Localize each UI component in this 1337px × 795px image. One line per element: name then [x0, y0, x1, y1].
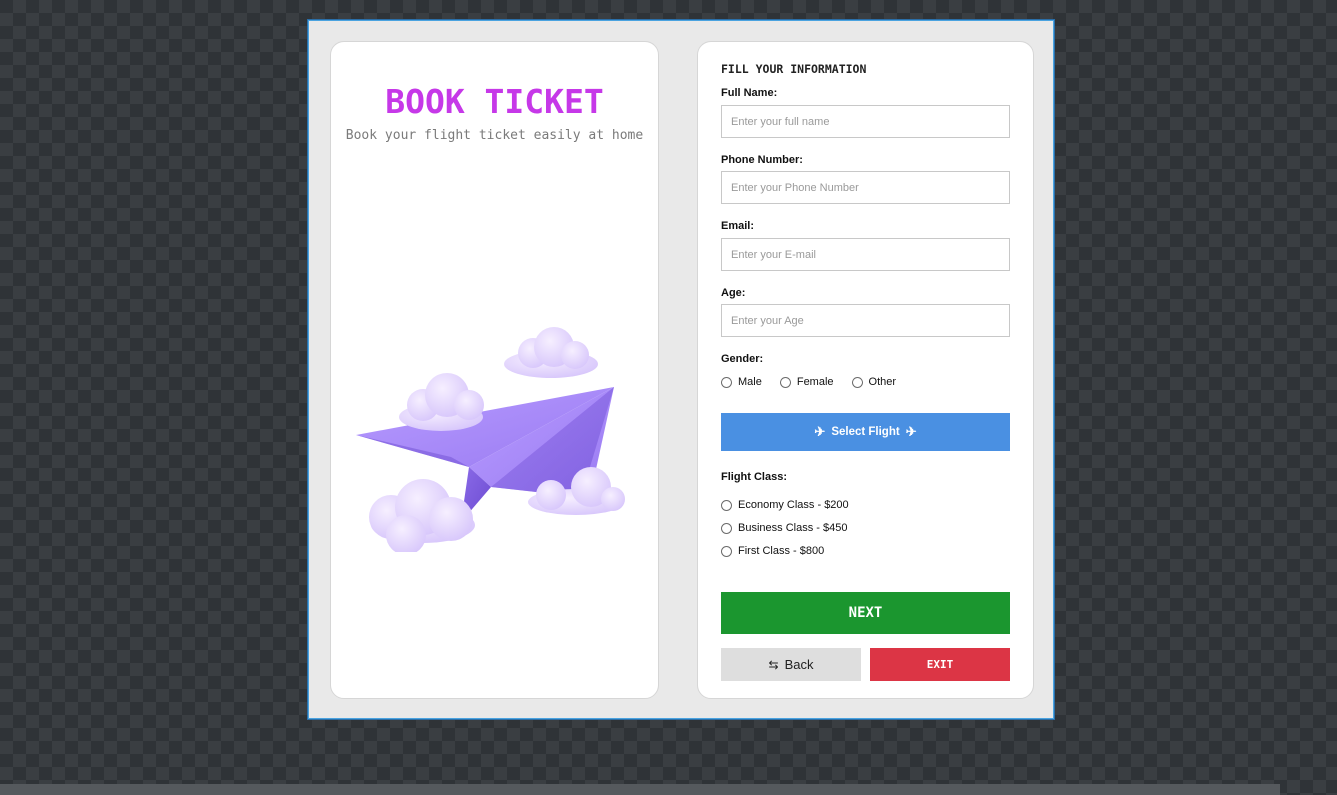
gender-label: Gender: [721, 353, 764, 365]
phone-label: Phone Number: [721, 154, 803, 166]
page-subtitle: Book your flight ticket easily at home [345, 128, 644, 143]
back-button-label: Back [784, 657, 814, 672]
radio-button[interactable] [721, 376, 732, 388]
flight-class-label: Flight Class: [721, 471, 788, 483]
back-arrow-icon: ⇆ [768, 657, 779, 672]
flight-class-option-label: First Class - $800 [738, 545, 825, 557]
next-button[interactable]: NEXT [721, 592, 1010, 634]
flight-class-option-label: Economy Class - $200 [738, 499, 849, 511]
radio-button[interactable] [721, 522, 732, 534]
phone-input[interactable] [721, 171, 1010, 204]
cloud-icon [369, 479, 475, 552]
booking-window: BOOK TICKET Book your flight ticket easi… [308, 20, 1054, 719]
gender-option-label: Male [738, 376, 762, 388]
airplane-icon: ✈ [905, 424, 917, 439]
gender-options: Male Female Other [721, 376, 910, 388]
flight-class-option-economy[interactable]: Economy Class - $200 [721, 499, 849, 511]
gender-option-male[interactable]: Male [721, 376, 762, 388]
intro-panel: BOOK TICKET Book your flight ticket easi… [330, 41, 659, 699]
age-label: Age: [721, 287, 746, 299]
cloud-icon [504, 327, 598, 378]
paper-plane-illustration [356, 327, 625, 552]
radio-button[interactable] [721, 499, 732, 511]
email-input[interactable] [721, 238, 1010, 271]
radio-button[interactable] [779, 376, 791, 388]
gender-option-female[interactable]: Female [779, 376, 834, 388]
taskbar-strip [0, 784, 1280, 795]
page-title: BOOK TICKET [385, 82, 604, 121]
age-input[interactable] [721, 304, 1010, 337]
airplane-icon: ✈ [814, 424, 826, 439]
form-heading: FILL YOUR INFORMATION [721, 62, 867, 76]
gender-option-label: Other [868, 376, 897, 388]
back-button[interactable]: ⇆ Back [721, 648, 861, 681]
flight-class-option-label: Business Class - $450 [738, 522, 848, 534]
flight-class-option-first[interactable]: First Class - $800 [721, 545, 824, 557]
cloud-icon [399, 373, 484, 431]
gender-option-label: Female [796, 376, 834, 388]
select-flight-label: Select Flight [831, 426, 900, 438]
email-label: Email: [721, 220, 755, 232]
select-flight-button[interactable]: ✈ Select Flight ✈ [721, 413, 1010, 451]
radio-button[interactable] [851, 376, 863, 388]
radio-button[interactable] [721, 545, 732, 557]
gender-option-other[interactable]: Other [851, 376, 897, 388]
full-name-label: Full Name: [721, 87, 778, 99]
booking-form: FILL YOUR INFORMATION Full Name: Phone N… [697, 41, 1034, 699]
exit-button[interactable]: EXIT [870, 648, 1010, 681]
flight-class-option-business[interactable]: Business Class - $450 [721, 522, 847, 534]
full-name-input[interactable] [721, 105, 1010, 138]
